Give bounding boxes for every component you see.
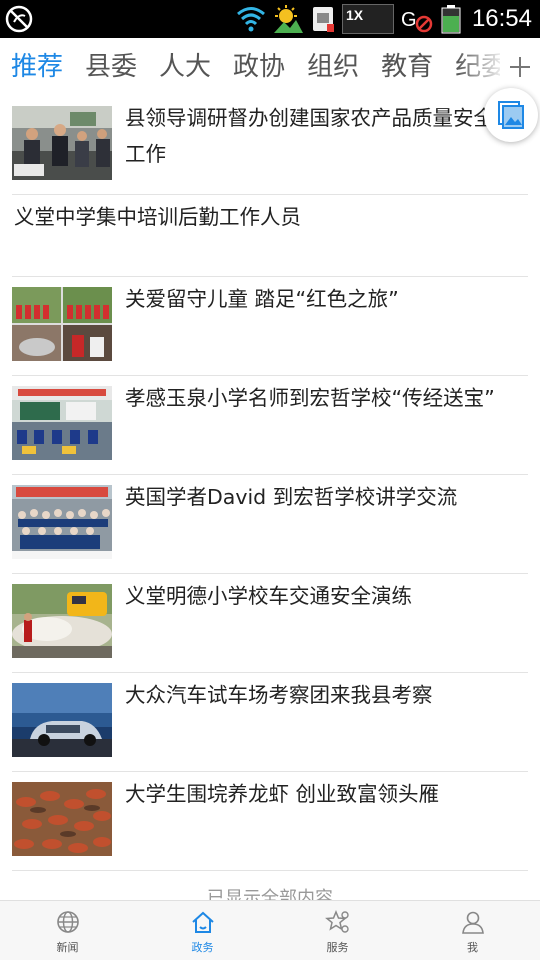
news-item[interactable]: 关爱留守儿童 踏足“红色之旅” <box>12 277 528 376</box>
news-title: 关爱留守儿童 踏足“红色之旅” <box>125 287 399 311</box>
news-thumbnail <box>12 287 112 361</box>
news-thumbnail <box>12 106 112 180</box>
svg-text:G: G <box>401 9 417 31</box>
clock: 16:54 <box>471 5 532 32</box>
news-item[interactable]: 义堂中学集中培训后勤工作人员 <box>12 195 528 277</box>
nav-item-3[interactable]: 我 <box>405 901 540 960</box>
service-icon <box>324 909 351 935</box>
nav-item-2[interactable]: 服务 <box>270 901 405 960</box>
news-title: 义堂中学集中培训后勤工作人员 <box>14 205 301 229</box>
person-icon <box>460 909 486 935</box>
news-title: 孝感玉泉小学名师到宏哲学校“传经送宝” <box>125 386 495 410</box>
news-thumbnail <box>12 683 112 757</box>
nav-label: 我 <box>467 940 478 954</box>
status-bar: 1X G 16:54 <box>0 0 540 38</box>
speed-badge: 1X <box>341 4 394 34</box>
news-item[interactable]: 大众汽车试车场考察团来我县考察 <box>12 673 528 772</box>
news-thumbnail <box>12 782 112 856</box>
nav-label: 服务 <box>326 940 349 954</box>
news-thumbnail <box>12 485 112 559</box>
plus-icon <box>510 57 530 77</box>
tab-3[interactable]: 政协 <box>222 38 296 96</box>
news-thumbnail <box>12 386 112 460</box>
home-icon <box>190 909 216 935</box>
tab-4[interactable]: 组织 <box>296 38 370 96</box>
news-item[interactable]: 孝感玉泉小学名师到宏哲学校“传经送宝” <box>12 376 528 475</box>
bottom-navigation: 新闻 政务 服务 我 <box>0 900 540 960</box>
news-item[interactable]: 大学生围垸养龙虾 创业致富领头雁 <box>12 772 528 871</box>
tab-2[interactable]: 人大 <box>148 38 222 96</box>
tab-1[interactable]: 县委 <box>74 38 148 96</box>
nav-item-1[interactable]: 政务 <box>135 901 270 960</box>
no-disturb-icon <box>4 4 34 34</box>
news-title: 县领导调研督办创建国家农产品质量安全县工作 <box>125 106 515 166</box>
news-thumbnail <box>12 584 112 658</box>
image-frame-icon <box>498 101 524 129</box>
news-title: 大学生围垸养龙虾 创业致富领头雁 <box>125 782 440 806</box>
tab-5[interactable]: 教育 <box>370 38 444 96</box>
news-title: 义堂明德小学校车交通安全演练 <box>125 584 412 608</box>
news-title: 英国学者David 到宏哲学校讲学交流 <box>125 485 458 509</box>
news-item[interactable]: 义堂明德小学校车交通安全演练 <box>12 574 528 673</box>
floating-action-button[interactable] <box>484 88 538 142</box>
channel-tab-bar: 推荐县委人大政协组织教育纪委 <box>0 38 540 96</box>
nav-label: 政务 <box>191 940 214 954</box>
news-title: 大众汽车试车场考察团来我县考察 <box>125 683 433 707</box>
sim-icon <box>310 4 336 34</box>
tab-fade <box>456 38 506 96</box>
nav-label: 新闻 <box>56 940 79 954</box>
news-list: 县领导调研督办创建国家农产品质量安全县工作义堂中学集中培训后勤工作人员关爱留守儿… <box>12 96 528 871</box>
weather-icon <box>272 4 304 34</box>
news-item[interactable]: 县领导调研督办创建国家农产品质量安全县工作 <box>12 96 528 195</box>
tab-0[interactable]: 推荐 <box>0 38 74 96</box>
wifi-icon <box>236 4 266 34</box>
globe-icon <box>55 909 81 935</box>
nav-item-0[interactable]: 新闻 <box>0 901 135 960</box>
battery-icon <box>440 4 462 34</box>
news-item[interactable]: 英国学者David 到宏哲学校讲学交流 <box>12 475 528 574</box>
no-gps-icon: G <box>400 4 434 34</box>
add-channel-button[interactable] <box>500 38 540 96</box>
